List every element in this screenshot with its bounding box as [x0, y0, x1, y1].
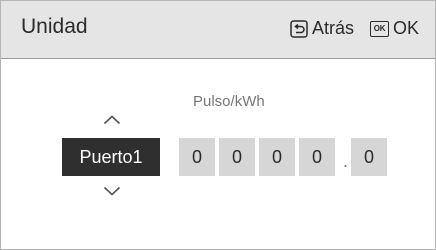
port-selector[interactable]: Puerto1	[62, 138, 160, 176]
page-title: Unidad	[21, 15, 88, 38]
ok-key-icon: OK	[370, 20, 389, 37]
back-button[interactable]: Atrás	[290, 18, 354, 39]
decimal-separator: .	[343, 151, 349, 171]
digit-field-1[interactable]: 0	[179, 138, 215, 176]
ok-label: OK	[393, 18, 420, 38]
return-arrow-icon	[290, 19, 308, 38]
header-bar: Unidad Atrás OK OK	[1, 1, 435, 59]
screen-frame: Unidad Atrás OK OK Pulso/kWh Puerto1 0 0…	[0, 0, 436, 250]
chevron-up-icon[interactable]	[103, 112, 121, 130]
decimal-digit-field[interactable]: 0	[351, 138, 387, 176]
chevron-down-icon[interactable]	[103, 183, 121, 201]
unit-label: Pulso/kWh	[193, 93, 265, 110]
ok-button[interactable]: OK OK	[370, 18, 419, 39]
digit-field-2[interactable]: 0	[219, 138, 255, 176]
back-label: Atrás	[312, 18, 355, 38]
digit-field-4[interactable]: 0	[299, 138, 335, 176]
digit-field-3[interactable]: 0	[259, 138, 295, 176]
